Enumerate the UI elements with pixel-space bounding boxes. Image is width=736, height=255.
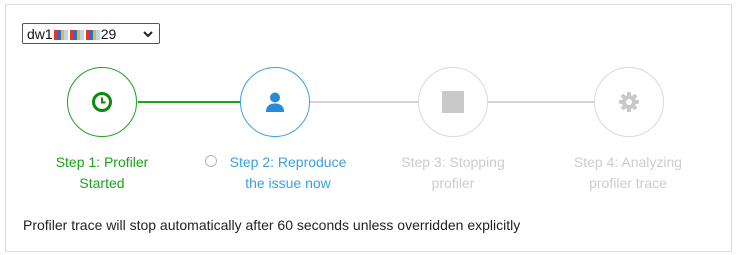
user-icon	[266, 92, 284, 112]
chevron-down-icon	[143, 30, 153, 37]
clock-icon	[92, 92, 112, 112]
step-1-circle	[67, 67, 137, 137]
gear-icon	[619, 92, 639, 112]
info-text: Profiler trace will stop automatically a…	[23, 217, 521, 233]
connector-1-2	[138, 101, 240, 103]
stop-icon	[442, 91, 464, 113]
step-4-label: Step 4: Analyzing profiler trace	[573, 154, 683, 191]
step-3-label: Step 3: Stopping profiler	[401, 154, 505, 191]
step-1-label: Step 1: Profiler Started	[55, 154, 149, 191]
connector-3-4	[488, 101, 594, 103]
step-3-circle	[418, 67, 488, 137]
step-4-circle	[594, 67, 664, 137]
machine-select[interactable]: dw1 29	[22, 23, 160, 44]
step-2-circle	[240, 67, 310, 137]
machine-select-value: dw1 29	[27, 25, 117, 42]
redacted-text	[53, 29, 100, 40]
step-2-label: Step 2: Reproduce the issue now	[229, 154, 347, 191]
connector-2-3	[310, 101, 418, 103]
